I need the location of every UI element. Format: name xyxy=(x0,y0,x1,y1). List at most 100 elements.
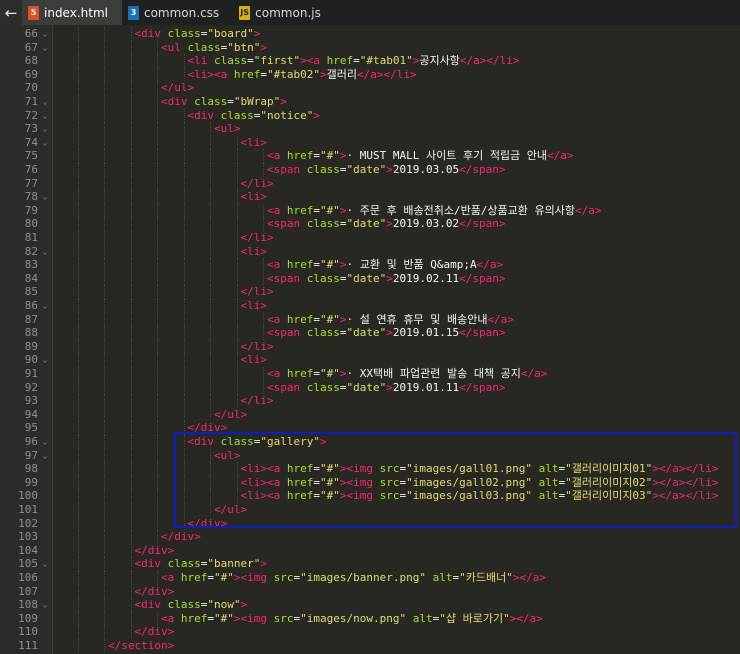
code-token: href xyxy=(233,67,261,81)
code-token: > xyxy=(240,598,248,612)
indent-guide xyxy=(236,299,238,313)
code-line[interactable]: 82 ⌄ <li> xyxy=(0,245,740,259)
code-line[interactable]: 86 ⌄ <li> xyxy=(0,299,740,313)
indent-guide xyxy=(104,285,105,299)
code-line[interactable]: 77 </li> xyxy=(0,177,740,191)
fold-chevron-icon[interactable]: ⌄ xyxy=(40,245,50,259)
code-line[interactable]: 76 <span class="date">2019.03.05</span> xyxy=(0,163,740,177)
code-token: = xyxy=(260,67,267,81)
indent-guide xyxy=(157,122,158,136)
code-line[interactable]: 107 </div> xyxy=(0,585,740,599)
fold-chevron-icon[interactable]: ⌄ xyxy=(40,435,50,449)
fold-chevron-icon[interactable]: ⌄ xyxy=(40,449,50,463)
code-editor[interactable]: 66 ⌄ <div class="board"> 67 ⌄ <ul class="btn"… xyxy=(0,25,740,654)
code-line[interactable]: 75 <a href="#">· MUST MALL 사이트 후기 적립금 안내<… xyxy=(0,149,740,163)
indent-guide xyxy=(210,190,211,204)
indent-guide xyxy=(77,639,79,653)
code-line[interactable]: 71 ⌄ <div class="bWrap"> xyxy=(0,95,740,109)
indent-guide xyxy=(104,584,105,599)
fold-chevron-icon[interactable]: ⌄ xyxy=(40,557,50,571)
code-line[interactable]: 103 </div> xyxy=(0,530,740,544)
indent-guide xyxy=(263,367,264,381)
back-arrow-icon[interactable]: ← xyxy=(0,0,22,25)
code-line[interactable]: 66 ⌄ <div class="board"> xyxy=(0,27,740,41)
code-token: <a xyxy=(267,312,281,326)
code-token: </li> xyxy=(486,54,520,68)
code-token: = xyxy=(247,54,254,68)
indent-guide xyxy=(104,81,105,95)
fold-chevron-icon[interactable]: ⌄ xyxy=(40,598,50,612)
code-line[interactable]: 89 </li> xyxy=(0,340,740,354)
code-token: </div> xyxy=(161,530,201,544)
code-token: </li> xyxy=(240,285,274,299)
code-line[interactable]: 109 <a href="#"><img src="images/now.png"… xyxy=(0,612,740,626)
code-line[interactable]: 92 <span class="date">2019.01.11</span> xyxy=(0,381,740,395)
code-line[interactable]: 108 ⌄ <div class="now"> xyxy=(0,598,740,612)
fold-chevron-icon[interactable]: ⌄ xyxy=(40,27,50,41)
code-token: src xyxy=(273,571,294,584)
indent-guide xyxy=(157,571,158,585)
code-line[interactable]: 87 <a href="#">· 설 연휴 휴무 및 배송안내</a> xyxy=(0,313,740,327)
indent-guide xyxy=(104,299,105,313)
indent-guide xyxy=(77,54,79,68)
code-token: 2019.01.15 xyxy=(392,326,460,340)
code-text: </li> xyxy=(241,177,274,191)
code-line[interactable]: 106 <a href="#"><img src="images/banner.p… xyxy=(0,571,740,585)
indent-guide xyxy=(77,584,79,599)
fold-chevron-icon[interactable]: ⌄ xyxy=(40,136,50,150)
code-line[interactable]: 73 ⌄ <ul> xyxy=(0,122,740,136)
code-line[interactable]: 79 <a href="#">· 주문 후 배송전취소/반품/상품교환 유의사항<… xyxy=(0,204,740,218)
code-text: </li> xyxy=(241,340,274,354)
code-text: <div class="now"> xyxy=(135,598,248,612)
code-line[interactable]: 91 <a href="#">· XX택배 파업관련 발송 대책 공지</a> xyxy=(0,367,740,381)
tab-common-css[interactable]: 3 common.css xyxy=(122,0,233,25)
indent-guide xyxy=(104,625,105,639)
indent-guide xyxy=(77,244,79,259)
code-token: </a> xyxy=(519,571,546,584)
code-line[interactable]: 85 </li> xyxy=(0,285,740,299)
code-line[interactable]: 70 </ul> xyxy=(0,81,740,95)
code-token: </a> xyxy=(476,258,504,272)
code-line[interactable]: 94 </ul> xyxy=(0,408,740,422)
code-line[interactable]: 93 </li> xyxy=(0,394,740,408)
code-token: = xyxy=(207,611,214,625)
fold-chevron-icon[interactable]: ⌄ xyxy=(40,299,50,313)
code-line[interactable]: 80 <span class="date">2019.03.02</span> xyxy=(0,217,740,231)
tab-index-html[interactable]: 5 index.html xyxy=(22,0,122,25)
fold-chevron-icon[interactable]: ⌄ xyxy=(40,353,50,367)
html5-icon: 5 xyxy=(28,5,39,20)
fold-chevron-icon[interactable]: ⌄ xyxy=(40,41,50,55)
code-line[interactable]: 110 </div> xyxy=(0,625,740,639)
code-line[interactable]: 88 <span class="date">2019.01.15</span> xyxy=(0,326,740,340)
fold-chevron-icon[interactable]: ⌄ xyxy=(40,190,50,204)
tab-bar: ← 5 index.html 3 common.css JS common.js xyxy=(0,0,740,25)
indent-guide xyxy=(130,584,132,599)
code-line[interactable]: 83 <a href="#">· 교환 및 반품 Q&amp;A</a> xyxy=(0,258,740,272)
code-line[interactable]: 84 <span class="date">2019.02.11</span> xyxy=(0,272,740,286)
code-token: </span> xyxy=(459,217,506,231)
code-line[interactable]: 69 <li><a href="#tab02">갤러리</a></li> xyxy=(0,68,740,82)
code-line[interactable]: 105 ⌄ <div class="banner"> xyxy=(0,557,740,571)
code-line[interactable]: 67 ⌄ <ul class="btn"> xyxy=(0,41,740,55)
tab-common-js[interactable]: JS common.js xyxy=(233,0,335,25)
code-line[interactable]: 104 </div> xyxy=(0,544,740,558)
code-line[interactable]: 111 </section> xyxy=(0,639,740,653)
code-line[interactable]: 74 ⌄ <li> xyxy=(0,136,740,150)
code-token: > xyxy=(319,67,327,81)
indent-guide xyxy=(236,244,238,259)
code-token: <div xyxy=(187,108,215,122)
indent-guide xyxy=(130,421,132,435)
code-line[interactable]: 81 </li> xyxy=(0,231,740,245)
indent-guide xyxy=(104,67,105,82)
code-line[interactable]: 72 ⌄ <div class="notice"> xyxy=(0,109,740,123)
fold-chevron-icon[interactable]: ⌄ xyxy=(40,122,50,136)
code-line[interactable]: 90 ⌄ <li> xyxy=(0,353,740,367)
code-line[interactable]: 68 <li class="first"><a href="#tab01">공지사… xyxy=(0,54,740,68)
fold-chevron-icon[interactable]: ⌄ xyxy=(40,109,50,123)
indent-guide xyxy=(157,380,158,395)
code-token: <span xyxy=(267,326,301,340)
fold-chevron-icon[interactable]: ⌄ xyxy=(40,95,50,109)
code-line[interactable]: 78 ⌄ <li> xyxy=(0,190,740,204)
indent-guide xyxy=(130,462,132,476)
